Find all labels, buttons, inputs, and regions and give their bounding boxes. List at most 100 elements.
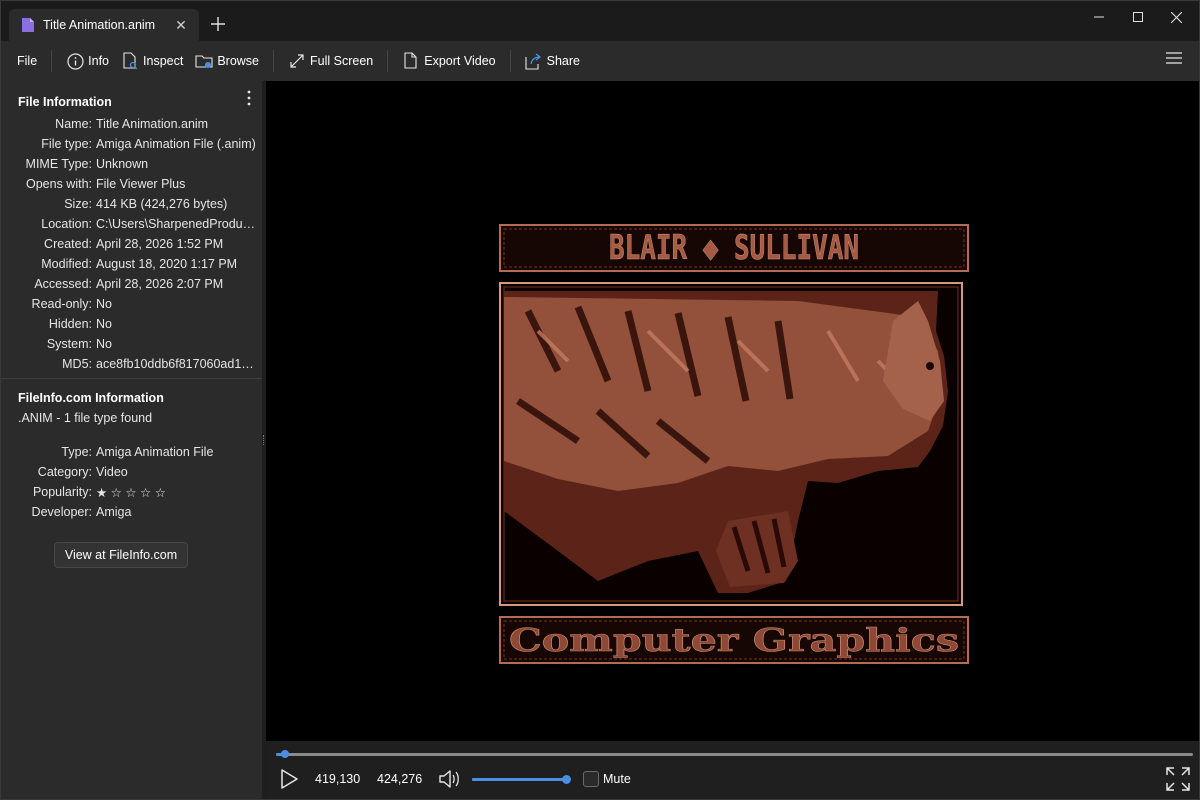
share-button[interactable]: Share: [519, 46, 586, 76]
info-row: Popularity: ★ ☆ ☆ ☆ ☆: [1, 485, 262, 505]
export-video-button[interactable]: Export Video: [396, 46, 501, 76]
animation-frame: BLAIR ◆ SULLIVAN Computer Graphics: [499, 224, 969, 664]
title-bar: Title Animation.anim ✕: [1, 1, 1199, 41]
close-window-button[interactable]: [1153, 1, 1199, 33]
more-options-button[interactable]: [244, 89, 254, 107]
view-at-fileinfo-button[interactable]: View at FileInfo.com: [54, 542, 188, 568]
document-icon: [21, 17, 35, 33]
current-time: 419,130: [315, 772, 361, 786]
close-tab-icon[interactable]: ✕: [167, 11, 195, 39]
volume-level: [472, 778, 567, 781]
video-viewer[interactable]: BLAIR ◆ SULLIVAN Computer Graphics: [266, 81, 1199, 741]
info-value: 414 KB (424,276 bytes): [96, 197, 228, 211]
inspect-icon: [121, 52, 139, 70]
toolbar-divider: [51, 50, 53, 72]
info-value: April 28, 2026 2:07 PM: [96, 277, 224, 291]
info-key: Size:: [64, 197, 92, 211]
full-screen-button[interactable]: Full Screen: [282, 46, 379, 76]
toolbar-divider: [509, 50, 511, 72]
info-value: Unknown: [96, 157, 149, 171]
share-icon: [525, 52, 543, 70]
seek-thumb[interactable]: [281, 750, 290, 758]
total-time: 424,276: [377, 772, 423, 786]
info-key: Opens with:: [25, 177, 92, 191]
speaker-icon: [439, 770, 459, 788]
maximize-icon: [1133, 12, 1143, 22]
fileinfo-heading: FileInfo.com Information: [18, 391, 164, 405]
info-key: Type:: [61, 445, 92, 459]
info-key: MD5:: [62, 357, 92, 371]
info-value: C:\Users\SharpenedProducti...: [96, 217, 258, 231]
menu-button[interactable]: [1165, 51, 1185, 71]
info-key: Developer:: [31, 505, 92, 519]
volume-thumb[interactable]: [562, 775, 571, 784]
info-value: No: [96, 317, 112, 331]
info-button[interactable]: Info: [60, 46, 115, 76]
info-key: Category:: [37, 465, 92, 479]
seek-bar[interactable]: [276, 750, 1193, 758]
export-icon: [402, 52, 420, 70]
info-value: April 28, 2026 1:52 PM: [96, 237, 224, 251]
info-row: Location: C:\Users\SharpenedProducti...: [1, 217, 262, 237]
info-row: Name: Title Animation.anim: [1, 117, 262, 137]
info-key: MIME Type:: [25, 157, 92, 171]
info-value: No: [96, 337, 112, 351]
play-button[interactable]: [278, 768, 300, 790]
info-value: Video: [96, 465, 128, 479]
info-key: Read-only:: [31, 297, 92, 311]
info-key: Location:: [41, 217, 92, 231]
info-value: File Viewer Plus: [96, 177, 186, 191]
info-key: Modified:: [41, 257, 92, 271]
info-row: Accessed: April 28, 2026 2:07 PM: [1, 277, 262, 297]
info-row: MIME Type: Unknown: [1, 157, 262, 177]
app-window: Title Animation.anim ✕ File Info Inspect…: [0, 0, 1200, 800]
file-menu-button[interactable]: File: [11, 46, 43, 76]
info-row: System: No: [1, 337, 262, 357]
player-controls: 419,130 424,276 Mute: [266, 741, 1199, 799]
inspect-label: Inspect: [143, 54, 184, 68]
info-row: File type: Amiga Animation File (.anim): [1, 137, 262, 157]
mute-label: Mute: [603, 772, 631, 786]
banner-bottom-text: Computer Graphics: [509, 621, 959, 659]
volume-button[interactable]: [438, 768, 462, 790]
info-value: Amiga Animation File: [96, 445, 214, 459]
file-menu-label: File: [17, 54, 38, 68]
fileinfo-subtitle: .ANIM - 1 file type found: [18, 411, 153, 425]
toolbar: File Info Inspect Browse Full Screen Exp…: [1, 41, 1199, 81]
play-icon: [281, 769, 298, 789]
inspect-button[interactable]: Inspect: [115, 46, 189, 76]
info-row: Type: Amiga Animation File: [1, 445, 262, 465]
info-value: ace8fb10ddb6f817060ad1ee0...: [96, 357, 258, 371]
new-tab-button[interactable]: [205, 11, 231, 37]
file-info-sidebar: File Information Name: Title Animation.an…: [1, 81, 262, 799]
fullscreen-button[interactable]: [1165, 766, 1191, 792]
tab-active[interactable]: Title Animation.anim ✕: [9, 9, 199, 41]
info-row: Category: Video: [1, 465, 262, 485]
info-row: Read-only: No: [1, 297, 262, 317]
info-key: File type:: [41, 137, 92, 151]
file-information-heading: File Information: [18, 95, 112, 109]
toolbar-divider: [387, 50, 389, 72]
info-value: August 18, 2020 1:17 PM: [96, 257, 238, 271]
browse-button[interactable]: Browse: [189, 46, 265, 76]
expand-diagonal-icon: [288, 52, 306, 70]
info-key: System:: [46, 337, 92, 351]
banner-top-text: BLAIR ◆ SULLIVAN: [609, 228, 859, 268]
info-row: Developer: Amiga: [1, 505, 262, 525]
info-value: ★ ☆ ☆ ☆ ☆: [96, 486, 166, 500]
info-row: Created: April 28, 2026 1:52 PM: [1, 237, 262, 257]
mute-checkbox[interactable]: [583, 771, 599, 787]
close-icon: [1170, 11, 1182, 23]
folder-icon: [195, 52, 213, 70]
volume-slider[interactable]: [472, 775, 571, 784]
plus-icon: [211, 17, 225, 31]
info-value: Amiga Animation File (.anim): [96, 137, 256, 151]
info-label: Info: [88, 54, 110, 68]
info-row: Modified: August 18, 2020 1:17 PM: [1, 257, 262, 277]
info-row: Size: 414 KB (424,276 bytes): [1, 197, 262, 217]
share-label: Share: [546, 54, 580, 68]
browse-label: Browse: [217, 54, 260, 68]
minimize-icon: [1094, 16, 1104, 18]
info-row: Hidden: No: [1, 317, 262, 337]
info-key: Hidden:: [48, 317, 92, 331]
